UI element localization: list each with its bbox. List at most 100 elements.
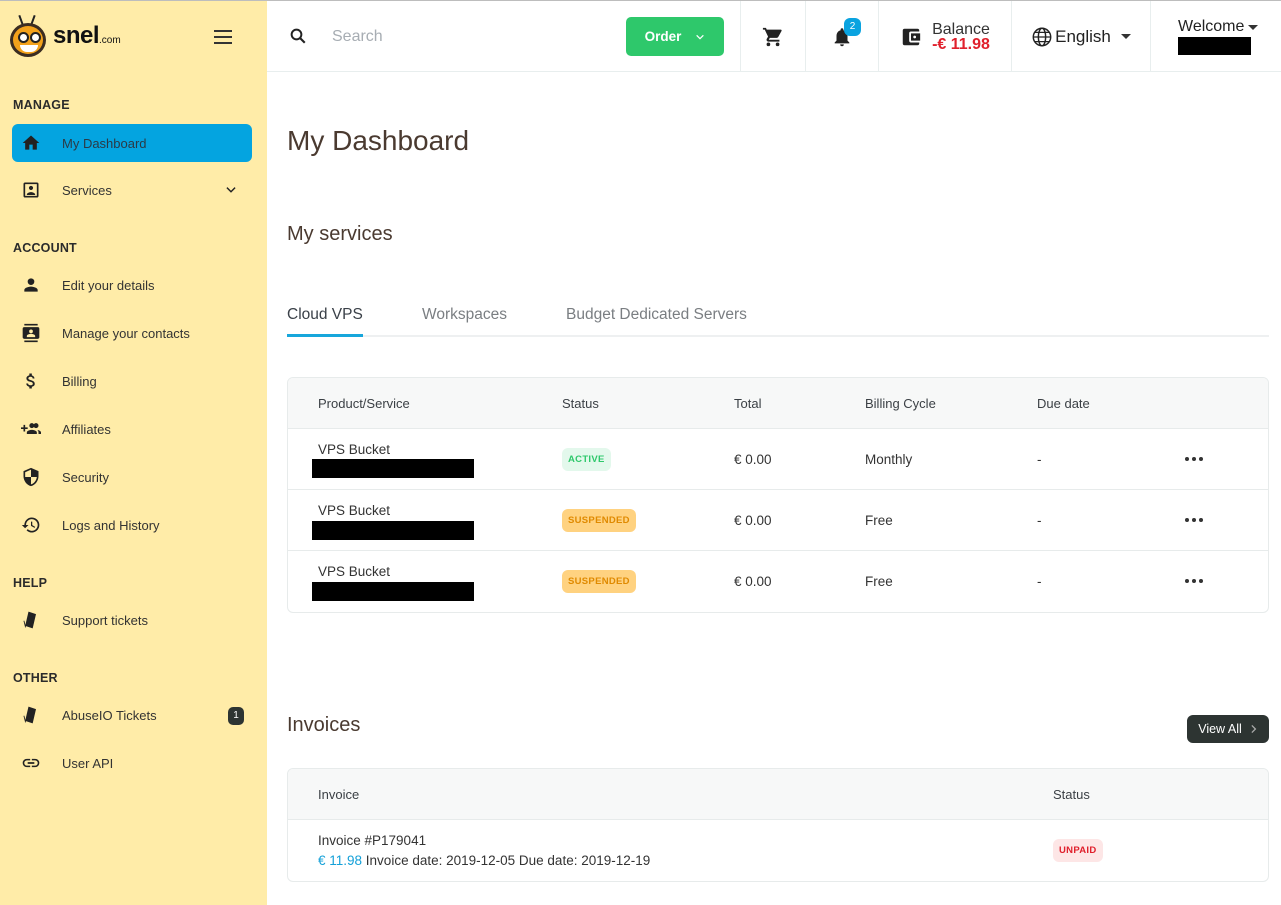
table-header: Product/Service Status Total Billing Cyc… <box>288 378 1268 429</box>
section-title-manage: MANAGE <box>13 98 70 112</box>
sidebar-item-label: Manage your contacts <box>62 325 190 341</box>
service-tabs: Cloud VPS Workspaces Budget Dedicated Se… <box>287 301 1269 337</box>
sidebar-item-user-api[interactable]: User API <box>12 744 252 782</box>
status-badge: UNPAID <box>1053 839 1103 862</box>
invoice-amount: € 11.98 <box>318 853 363 868</box>
due-date: - <box>1037 452 1042 467</box>
sidebar-item-label: Security <box>62 469 109 485</box>
redacted-hostname <box>312 521 474 540</box>
total-value: € 0.00 <box>734 574 772 589</box>
total-value: € 0.00 <box>734 452 772 467</box>
order-label: Order <box>644 29 682 44</box>
section-title-account: ACCOUNT <box>13 241 77 255</box>
contacts-icon <box>12 323 50 343</box>
dollar-icon <box>12 371 50 391</box>
redacted-hostname <box>312 459 474 478</box>
person-icon <box>12 275 50 295</box>
chevron-down-icon[interactable] <box>224 183 238 202</box>
billing-cycle: Free <box>865 513 893 528</box>
invoices-table: Invoice Status Invoice #P179041 € 11.98 … <box>287 768 1269 882</box>
sidebar-item-label: My Dashboard <box>62 135 147 151</box>
services-heading: My services <box>287 223 393 245</box>
column-header: Product/Service <box>318 396 410 411</box>
sidebar-item-edit-details[interactable]: Edit your details <box>12 266 252 304</box>
sidebar-item-label: Logs and History <box>62 517 160 533</box>
cart-icon <box>762 27 782 46</box>
services-table: Product/Service Status Total Billing Cyc… <box>287 377 1269 613</box>
chevron-right-icon <box>1251 724 1257 734</box>
menu-toggle-icon[interactable] <box>214 30 232 44</box>
column-header: Invoice <box>318 787 360 802</box>
notification-count-badge: 2 <box>844 18 861 36</box>
home-icon <box>12 133 50 153</box>
caret-down-icon <box>1248 24 1259 30</box>
status-badge: SUSPENDED <box>562 570 636 593</box>
sidebar-item-label: Affiliates <box>62 421 111 437</box>
page-title: My Dashboard <box>287 125 470 156</box>
sidebar-item-label: Edit your details <box>62 277 155 293</box>
sidebar-item-affiliates[interactable]: Affiliates <box>12 410 252 448</box>
table-row[interactable]: VPS Bucket SUSPENDED € 0.00 Free - <box>288 551 1268 612</box>
invoice-details: € 11.98 Invoice date: 2019-12-05 Due dat… <box>318 853 650 868</box>
more-actions-icon[interactable] <box>1185 452 1211 466</box>
order-button[interactable]: Order <box>626 17 724 56</box>
search-icon[interactable] <box>289 27 307 45</box>
cart-button[interactable] <box>741 1 805 72</box>
column-header: Status <box>1053 787 1090 802</box>
column-header: Due date <box>1037 396 1090 411</box>
total-value: € 0.00 <box>734 513 772 528</box>
sidebar-item-security[interactable]: Security <box>12 458 252 496</box>
column-header: Status <box>562 396 599 411</box>
sidebar-item-abuseio[interactable]: AbuseIO Tickets 1 <box>12 696 252 734</box>
sidebar-item-label: Support tickets <box>62 612 148 628</box>
status-badge: SUSPENDED <box>562 509 636 532</box>
language-label: English <box>1055 26 1111 46</box>
link-icon <box>12 753 50 773</box>
redacted-username <box>1178 37 1251 55</box>
language-selector[interactable]: English <box>1012 1 1150 72</box>
product-name[interactable]: VPS Bucket <box>318 442 390 457</box>
sidebar-item-support-tickets[interactable]: Support tickets <box>12 601 252 639</box>
sidebar-item-label: AbuseIO Tickets <box>62 707 157 723</box>
section-title-help: HELP <box>13 576 48 590</box>
sidebar: snel.com MANAGE My Dashboard Services AC… <box>0 1 267 905</box>
sidebar-item-services[interactable]: Services <box>12 171 252 209</box>
sidebar-item-contacts[interactable]: Manage your contacts <box>12 314 252 352</box>
tab-budget-dedicated-servers[interactable]: Budget Dedicated Servers <box>566 306 747 334</box>
table-row[interactable]: VPS Bucket SUSPENDED € 0.00 Free - <box>288 490 1268 551</box>
more-actions-icon[interactable] <box>1185 574 1211 588</box>
group-add-icon <box>12 419 50 439</box>
notifications-button[interactable]: 2 <box>806 1 878 72</box>
contact-card-icon <box>12 180 50 200</box>
view-all-label: View All <box>1198 722 1242 736</box>
table-row[interactable]: Invoice #P179041 € 11.98 Invoice date: 2… <box>288 820 1268 881</box>
balance-button[interactable]: Balance -€ 11.98 <box>879 1 1011 72</box>
abuseio-count-badge: 1 <box>228 707 244 725</box>
sidebar-item-dashboard[interactable]: My Dashboard <box>12 124 252 162</box>
tab-workspaces[interactable]: Workspaces <box>422 306 507 334</box>
sidebar-item-logs[interactable]: Logs and History <box>12 506 252 544</box>
tickets-icon <box>12 610 50 630</box>
invoice-number[interactable]: Invoice #P179041 <box>318 833 426 848</box>
tab-cloud-vps[interactable]: Cloud VPS <box>287 306 363 337</box>
table-header: Invoice Status <box>288 769 1268 820</box>
account-menu[interactable]: Welcome <box>1151 1 1281 72</box>
invoice-dates: Invoice date: 2019-12-05 Due date: 2019-… <box>362 853 651 868</box>
bee-mascot-icon <box>10 14 48 57</box>
snel-logo[interactable]: snel.com <box>10 14 121 57</box>
table-row[interactable]: VPS Bucket ACTIVE € 0.00 Monthly - <box>288 429 1268 490</box>
sidebar-item-label: User API <box>62 755 114 771</box>
product-name[interactable]: VPS Bucket <box>318 564 390 579</box>
search-input[interactable] <box>332 23 592 51</box>
wallet-icon <box>902 28 921 45</box>
sidebar-item-billing[interactable]: Billing <box>12 362 252 400</box>
view-all-invoices-button[interactable]: View All <box>1187 715 1269 743</box>
balance-label: Balance <box>932 20 990 38</box>
product-name[interactable]: VPS Bucket <box>318 503 390 518</box>
more-actions-icon[interactable] <box>1185 513 1211 527</box>
caret-down-icon <box>1120 34 1131 39</box>
sidebar-item-label: Billing <box>62 373 97 389</box>
balance-value: -€ 11.98 <box>932 35 990 53</box>
due-date: - <box>1037 513 1042 528</box>
chevron-down-icon <box>696 34 705 40</box>
